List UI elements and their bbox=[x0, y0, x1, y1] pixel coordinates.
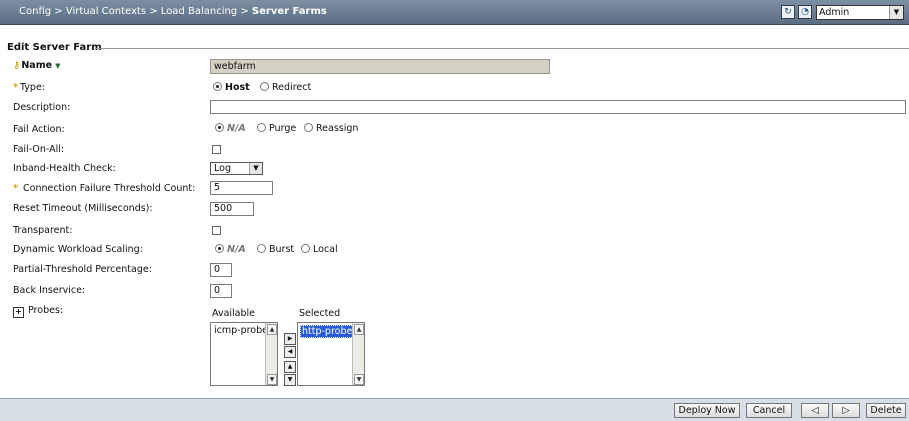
cancel-button[interactable]: Cancel bbox=[746, 403, 792, 418]
move-up-button[interactable]: ▲ bbox=[284, 361, 296, 373]
name-label-text: Name bbox=[21, 60, 53, 71]
breadcrumb-current: Server Farms bbox=[251, 6, 327, 17]
move-down-button[interactable]: ▼ bbox=[284, 374, 296, 386]
probes-available-label: Available bbox=[212, 308, 256, 319]
radio-icon[interactable] bbox=[215, 244, 224, 253]
fail-on-all-label: Fail-On-All: bbox=[13, 144, 65, 155]
chevron-down-icon[interactable]: ▼ bbox=[55, 62, 60, 70]
scroll-down-icon[interactable]: ▼ bbox=[354, 374, 364, 385]
scroll-down-icon[interactable]: ▼ bbox=[267, 374, 277, 385]
section-title: Edit Server Farm bbox=[7, 42, 102, 53]
name-label: ⚷Name ▼ bbox=[13, 60, 60, 71]
reset-timeout-input[interactable]: 500 bbox=[210, 202, 254, 216]
probes-label-text: Probes: bbox=[28, 305, 64, 316]
list-item[interactable]: icmp-probe bbox=[213, 325, 269, 336]
partial-threshold-label: Partial-Threshold Percentage: bbox=[13, 264, 152, 275]
type-option-host[interactable]: Host bbox=[213, 82, 250, 93]
inband-health-select[interactable]: Log ▼ bbox=[210, 162, 263, 175]
scroll-up-icon[interactable]: ▲ bbox=[354, 324, 364, 335]
list-item[interactable]: http-probe bbox=[300, 325, 355, 338]
scrollbar[interactable]: ▲ ▼ bbox=[265, 323, 277, 385]
section-divider bbox=[95, 48, 909, 49]
inband-health-label: Inband-Health Check: bbox=[13, 163, 116, 174]
type-label-text: Type: bbox=[19, 82, 45, 93]
dws-option-burst[interactable]: Burst bbox=[257, 244, 294, 255]
dws-burst-label: Burst bbox=[269, 244, 295, 255]
user-context-value: Admin bbox=[819, 7, 850, 18]
conn-fail-threshold-label-text: Connection Failure Threshold Count: bbox=[23, 183, 196, 194]
probes-available-list[interactable]: icmp-probe ▲ ▼ bbox=[210, 322, 278, 386]
radio-icon[interactable] bbox=[213, 82, 222, 91]
history-icon[interactable]: ◔ bbox=[798, 5, 812, 19]
inband-health-value: Log bbox=[214, 163, 231, 174]
scroll-up-icon[interactable]: ▲ bbox=[267, 324, 277, 335]
top-bar: Config > Virtual Contexts > Load Balanci… bbox=[0, 0, 909, 25]
dws-option-na[interactable]: N/A bbox=[215, 244, 246, 255]
breadcrumb: Config > Virtual Contexts > Load Balanci… bbox=[19, 6, 327, 17]
key-icon: ⚷ bbox=[13, 60, 21, 71]
dws-option-local[interactable]: Local bbox=[301, 244, 338, 255]
move-right-button[interactable]: ▶ bbox=[284, 333, 296, 345]
delete-button[interactable]: Delete bbox=[866, 403, 906, 418]
type-option-host-label: Host bbox=[225, 82, 250, 93]
deploy-now-button[interactable]: Deploy Now bbox=[674, 403, 740, 418]
chevron-down-icon: ▼ bbox=[889, 6, 903, 19]
move-left-button[interactable]: ◀ bbox=[284, 346, 296, 358]
partial-threshold-input[interactable]: 0 bbox=[210, 263, 232, 277]
required-icon: * bbox=[13, 183, 18, 194]
name-field: webfarm bbox=[210, 59, 550, 74]
conn-fail-threshold-input[interactable]: 5 bbox=[210, 181, 273, 195]
dws-local-label: Local bbox=[313, 244, 338, 255]
dws-label: Dynamic Workload Scaling: bbox=[13, 244, 143, 255]
chevron-down-icon: ▼ bbox=[249, 163, 262, 174]
fail-action-option-reassign[interactable]: Reassign bbox=[304, 123, 358, 134]
description-label: Description: bbox=[13, 102, 71, 113]
fail-action-reassign-label: Reassign bbox=[316, 123, 359, 134]
fail-action-purge-label: Purge bbox=[269, 123, 297, 134]
required-icon: * bbox=[13, 82, 18, 93]
type-option-redirect[interactable]: Redirect bbox=[260, 82, 311, 93]
description-input[interactable] bbox=[210, 100, 906, 114]
refresh-icon[interactable]: ↻ bbox=[781, 5, 795, 19]
conn-fail-threshold-label: * Connection Failure Threshold Count: bbox=[13, 183, 195, 194]
radio-icon[interactable] bbox=[257, 244, 266, 253]
fail-action-option-na[interactable]: N/A bbox=[215, 123, 246, 134]
next-button[interactable]: ▷ bbox=[832, 403, 860, 418]
fail-action-option-purge[interactable]: Purge bbox=[257, 123, 296, 134]
probes-selected-list[interactable]: http-probe ▲ ▼ bbox=[297, 322, 365, 386]
reset-timeout-label: Reset Timeout (Milliseconds): bbox=[13, 203, 153, 214]
back-inservice-label: Back Inservice: bbox=[13, 285, 86, 296]
type-label: * Type: bbox=[13, 82, 45, 93]
radio-icon[interactable] bbox=[304, 123, 313, 132]
transparent-checkbox[interactable] bbox=[212, 226, 221, 235]
type-option-redirect-label: Redirect bbox=[272, 82, 312, 93]
expand-icon[interactable]: + bbox=[13, 307, 24, 318]
scrollbar[interactable]: ▲ ▼ bbox=[352, 323, 364, 385]
transparent-label: Transparent: bbox=[13, 225, 73, 236]
probes-label: + Probes: bbox=[13, 305, 63, 318]
user-context-select[interactable]: Admin ▼ bbox=[816, 5, 904, 20]
breadcrumb-path: Config > Virtual Contexts > Load Balanci… bbox=[19, 6, 252, 17]
radio-icon[interactable] bbox=[260, 82, 269, 91]
fail-action-na-label: N/A bbox=[227, 123, 246, 134]
fail-action-label: Fail Action: bbox=[13, 124, 65, 135]
previous-button[interactable]: ◁ bbox=[801, 403, 829, 418]
probes-selected-label: Selected bbox=[299, 308, 341, 319]
back-inservice-input[interactable]: 0 bbox=[210, 284, 232, 298]
radio-icon[interactable] bbox=[257, 123, 266, 132]
radio-icon[interactable] bbox=[215, 123, 224, 132]
fail-on-all-checkbox[interactable] bbox=[212, 145, 221, 154]
radio-icon[interactable] bbox=[301, 244, 310, 253]
dws-na-label: N/A bbox=[227, 244, 246, 255]
